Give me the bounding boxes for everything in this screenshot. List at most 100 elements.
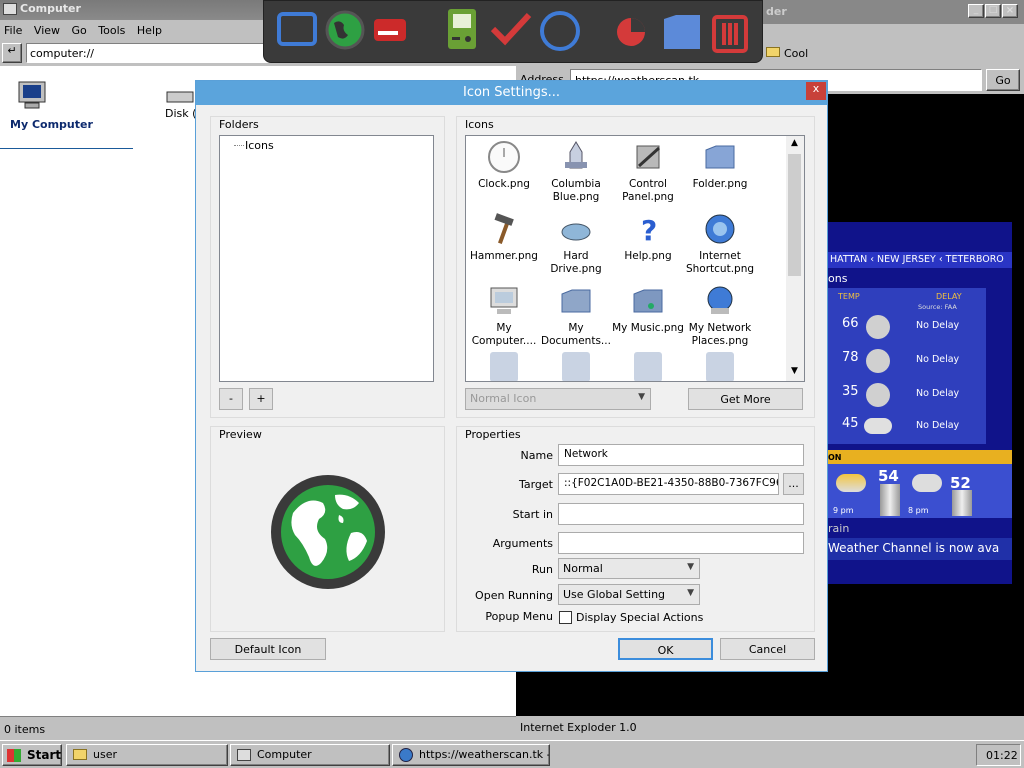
get-more-button[interactable]: Get More	[688, 388, 803, 410]
remove-folder-button[interactable]: -	[219, 388, 243, 410]
checkmark-icon[interactable]	[489, 9, 533, 49]
drive-icon[interactable]	[372, 11, 408, 47]
menu-help[interactable]: Help	[133, 20, 166, 37]
dialog-close-button[interactable]: x	[806, 82, 826, 100]
icon-item[interactable]: My Music.png	[612, 284, 684, 335]
forecast-bar	[880, 484, 900, 516]
icon-item[interactable]: Hard Drive.png	[540, 212, 612, 276]
icons-scrollbar[interactable]: ▲ ▼	[786, 136, 804, 381]
tree-item-icons[interactable]: Icons	[245, 139, 274, 152]
icon-item[interactable]: Hammer.png	[468, 212, 540, 263]
weather-panel: HATTAN ‹ NEW JERSEY ‹ TETERBORO ons TEMP…	[828, 222, 1012, 584]
up-button[interactable]: ↵	[2, 43, 22, 63]
cancel-label: Cancel	[748, 643, 787, 656]
chevron-down-icon: ▼	[638, 392, 645, 402]
get-more-label: Get More	[720, 393, 771, 406]
startin-field[interactable]	[558, 503, 804, 525]
forecast-temp: 54	[878, 467, 899, 485]
hammer-icon	[494, 213, 514, 244]
icon-settings-dialog: Icon Settings... x Folders Icons - + Ico…	[195, 80, 828, 672]
icon-item[interactable]: Clock.png	[468, 140, 540, 191]
target-field[interactable]: ::{F02C1A0D-BE21-4350-88B0-7367FC96EF	[558, 473, 779, 495]
default-icon-button[interactable]: Default Icon	[210, 638, 326, 660]
name-value: Network	[564, 448, 608, 460]
icon-item[interactable]: Columbia Blue.png	[540, 140, 612, 204]
weather-band-label: ON	[828, 453, 842, 462]
menu-tools[interactable]: Tools	[94, 20, 129, 37]
scroll-up-icon[interactable]: ▲	[791, 138, 798, 148]
go-button[interactable]: Go	[986, 69, 1020, 91]
dialog-titlebar[interactable]: Icon Settings...	[196, 81, 827, 105]
preview-label: Preview	[219, 428, 262, 441]
browse-button[interactable]: ...	[783, 473, 804, 495]
cancel-button[interactable]: Cancel	[720, 638, 815, 660]
icon-item-partial-icon	[562, 352, 590, 381]
open-running-select[interactable]: Use Global Setting ▼	[558, 584, 700, 605]
weather-row: 78 No Delay	[828, 349, 986, 376]
startin-label: Start in	[512, 508, 553, 521]
icon-item[interactable]: My Computer....	[468, 284, 540, 348]
my-computer-icon	[490, 287, 518, 314]
row-delay: No Delay	[916, 354, 960, 365]
icon-item-partial-icon	[490, 352, 518, 381]
menu-go[interactable]: Go	[68, 20, 91, 37]
maximize-button[interactable]: □	[985, 4, 1001, 18]
icon-item-label: My Music.png	[612, 322, 684, 334]
dock	[263, 0, 763, 63]
ok-button[interactable]: OK	[618, 638, 713, 660]
scroll-thumb[interactable]	[788, 154, 801, 276]
weather-subheader: ons	[828, 272, 848, 285]
circle-icon[interactable]	[538, 9, 582, 53]
status-text: 0 items	[4, 723, 46, 736]
pie-icon[interactable]	[614, 15, 648, 49]
minimize-button[interactable]: _	[968, 4, 984, 18]
col-delay: DELAY	[936, 292, 962, 301]
icon-item[interactable]: Control Panel.png	[612, 140, 684, 204]
scroll-down-icon[interactable]: ▼	[791, 366, 798, 376]
link-cool[interactable]: Cool	[784, 47, 808, 60]
trash-icon[interactable]	[710, 11, 750, 53]
popup-checkbox-label[interactable]: Display Special Actions	[576, 611, 703, 624]
disk-icon	[166, 91, 194, 103]
folders-tree[interactable]: Icons	[219, 135, 434, 382]
shuttle-icon	[565, 141, 587, 169]
task-user[interactable]: user	[66, 744, 228, 766]
close-button[interactable]: ×	[1002, 4, 1018, 18]
start-label: Start	[27, 748, 62, 762]
tray-clock: 01:22	[976, 744, 1021, 766]
icons-list[interactable]: Clock.png Columbia Blue.png Control Panel.…	[465, 135, 805, 382]
chevron-down-icon: ▼	[687, 562, 694, 572]
run-select[interactable]: Normal ▼	[558, 558, 700, 579]
my-computer-item[interactable]: My Computer	[10, 80, 110, 131]
folder-icon[interactable]	[660, 9, 704, 51]
menu-file[interactable]: File	[0, 20, 26, 37]
task-ie[interactable]: https://weatherscan.tk - ...	[392, 744, 550, 766]
icon-item[interactable]: My Network Places.png	[684, 284, 756, 348]
row-delay: No Delay	[916, 320, 960, 331]
start-button[interactable]: Start	[2, 744, 62, 766]
icon-item[interactable]: My Documents...	[540, 284, 612, 348]
task-computer[interactable]: Computer	[230, 744, 390, 766]
close-icon: x	[812, 82, 820, 95]
dialog-title: Icon Settings...	[462, 85, 561, 100]
icon-item[interactable]: ? Help.png	[612, 212, 684, 263]
gameboy-icon[interactable]	[444, 7, 480, 51]
moon-icon	[866, 315, 890, 339]
icon-item[interactable]: Internet Shortcut.png	[684, 212, 756, 276]
target-label: Target	[518, 478, 553, 491]
popup-checkbox[interactable]	[559, 611, 572, 624]
taskbar: Start user Computer https://weatherscan.…	[0, 740, 1024, 768]
add-folder-button[interactable]: +	[249, 388, 273, 410]
internet-icon	[705, 214, 735, 244]
menu-view[interactable]: View	[30, 20, 64, 37]
icons-panel: Icons Clock.png Columbia Blue.png Control …	[456, 116, 815, 418]
window-icon[interactable]	[276, 11, 318, 47]
status-bar: 0 items	[0, 716, 516, 740]
globe-icon[interactable]	[324, 9, 366, 51]
icon-item-label: Internet Shortcut.png	[685, 250, 755, 275]
name-field[interactable]: Network	[558, 444, 804, 466]
icon-item[interactable]: Folder.png	[684, 140, 756, 191]
arguments-field[interactable]	[558, 532, 804, 554]
icon-type-select[interactable]: Normal Icon ▼	[465, 388, 651, 410]
icon-item-partial-icon	[706, 352, 734, 381]
